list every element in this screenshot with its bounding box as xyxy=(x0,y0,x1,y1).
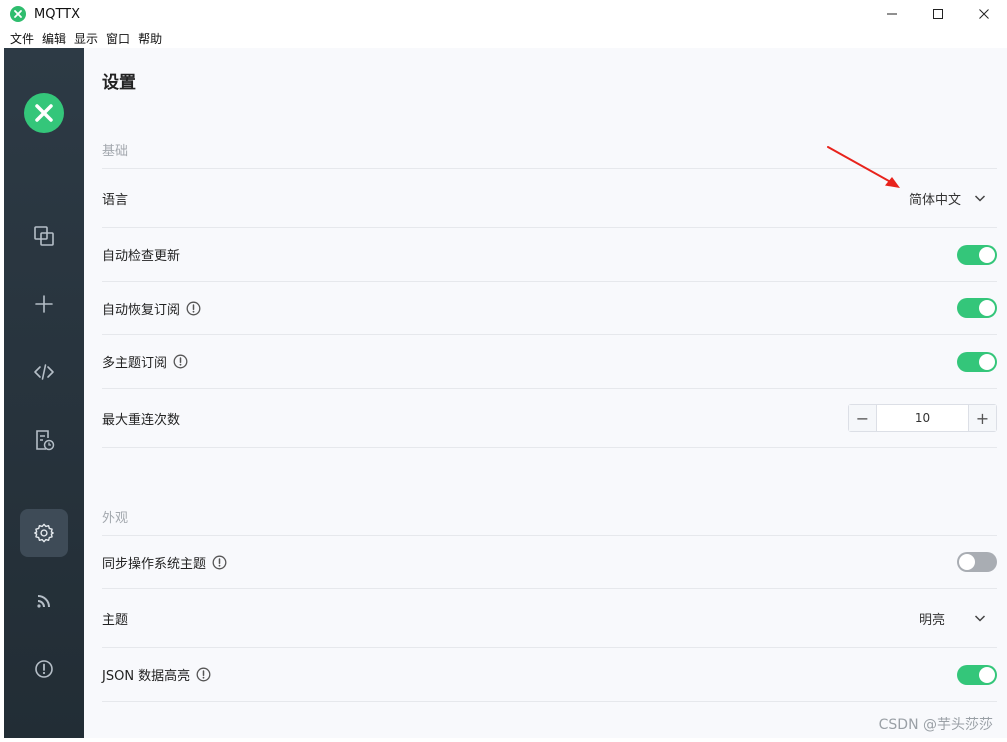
multi-topic-toggle-wrap xyxy=(957,351,997,372)
toggle-knob xyxy=(979,353,995,370)
close-button[interactable] xyxy=(961,0,1007,28)
max-reconnect-label: 最大重连次数 xyxy=(102,412,181,428)
toggle-knob xyxy=(959,554,975,570)
document-clock-icon xyxy=(36,430,55,451)
maximize-icon xyxy=(933,9,943,19)
menu-help[interactable]: 帮助 xyxy=(138,30,162,47)
theme-label: 主题 xyxy=(102,612,129,628)
json-highlight-toggle-wrap xyxy=(957,664,997,685)
mqttx-app-icon xyxy=(10,6,26,22)
code-icon xyxy=(34,364,54,380)
sidebar-item-benchmark[interactable] xyxy=(20,577,68,625)
toggle-knob xyxy=(979,246,995,263)
decrement-button[interactable]: − xyxy=(849,405,877,431)
setting-row-max-reconnect: 最大重连次数 − 10 + xyxy=(102,388,997,447)
auto-resubscribe-label-wrap: 自动恢复订阅 xyxy=(102,299,201,318)
minimize-icon xyxy=(887,13,897,15)
auto-check-update-toggle-wrap xyxy=(957,244,997,265)
info-icon xyxy=(35,660,53,678)
max-reconnect-stepper-wrap: − 10 + xyxy=(848,404,997,432)
menu-window[interactable]: 窗口 xyxy=(106,30,130,47)
json-highlight-toggle[interactable] xyxy=(957,664,997,685)
toggle-knob xyxy=(979,300,995,316)
sidebar-item-new-connection[interactable] xyxy=(20,280,68,328)
info-circle-icon[interactable] xyxy=(186,301,201,316)
mqttx-logo[interactable] xyxy=(24,93,64,133)
info-circle-icon[interactable] xyxy=(173,354,188,369)
multi-topic-label-wrap: 多主题订阅 xyxy=(102,352,188,371)
multi-topic-label: 多主题订阅 xyxy=(102,356,168,371)
max-reconnect-stepper: − 10 + xyxy=(848,404,997,432)
auto-check-update-label: 自动检查更新 xyxy=(102,249,181,264)
sync-os-theme-label-wrap: 同步操作系统主题 xyxy=(102,553,227,572)
menu-view[interactable]: 显示 xyxy=(74,30,98,47)
theme-select[interactable]: 明亮 xyxy=(919,609,997,628)
setting-row-auto-resubscribe: 自动恢复订阅 xyxy=(102,281,997,334)
theme-value: 明亮 xyxy=(918,612,945,628)
sidebar-item-connections[interactable] xyxy=(20,212,68,260)
setting-row-multi-topic: 多主题订阅 xyxy=(102,334,997,388)
increment-button[interactable]: + xyxy=(968,405,996,431)
window-title: MQTTX xyxy=(34,6,81,22)
language-select[interactable]: 简体中文 xyxy=(909,189,997,208)
info-circle-icon[interactable] xyxy=(196,667,211,682)
language-label: 语言 xyxy=(102,192,129,208)
section-title-basic: 基础 xyxy=(102,144,129,159)
section-divider xyxy=(102,447,997,448)
annotation-arrow-icon xyxy=(827,146,900,188)
info-circle-icon[interactable] xyxy=(212,555,227,570)
plus-icon xyxy=(35,295,53,313)
maximize-button[interactable] xyxy=(915,0,961,28)
chevron-down-icon xyxy=(974,615,986,622)
logo-icon xyxy=(35,104,53,122)
language-value: 简体中文 xyxy=(908,192,961,208)
auto-check-update-toggle[interactable] xyxy=(957,244,997,265)
section-divider xyxy=(102,701,997,702)
max-reconnect-input[interactable]: 10 xyxy=(877,411,968,425)
setting-row-theme: 主题 明亮 xyxy=(102,588,997,647)
auto-resubscribe-toggle[interactable] xyxy=(957,298,997,318)
menu-edit[interactable]: 编辑 xyxy=(42,30,66,47)
menu-bar: 文件 编辑 显示 窗口 帮助 xyxy=(0,28,1007,48)
setting-row-auto-check-update: 自动检查更新 xyxy=(102,227,997,281)
toggle-knob xyxy=(979,666,995,683)
gear-icon xyxy=(34,523,54,543)
menu-file[interactable]: 文件 xyxy=(10,30,34,47)
sync-os-theme-label: 同步操作系统主题 xyxy=(102,556,207,572)
minimize-button[interactable] xyxy=(869,0,915,28)
chevron-down-icon xyxy=(974,195,986,202)
multi-topic-toggle[interactable] xyxy=(957,351,997,372)
page-title: 设置 xyxy=(102,73,136,93)
window-controls xyxy=(869,0,1007,28)
rss-icon xyxy=(37,595,50,608)
auto-resubscribe-toggle-wrap xyxy=(957,298,997,318)
sidebar xyxy=(4,48,84,738)
watermark: CSDN @芋头莎莎 xyxy=(878,717,993,733)
auto-resubscribe-label: 自动恢复订阅 xyxy=(102,302,181,318)
sidebar-item-script[interactable] xyxy=(20,348,68,396)
sidebar-item-about[interactable] xyxy=(20,645,68,693)
section-title-appearance: 外观 xyxy=(102,511,129,526)
close-icon xyxy=(979,9,989,19)
json-highlight-label: JSON 数据高亮 xyxy=(102,669,191,684)
json-highlight-label-wrap: JSON 数据高亮 xyxy=(102,665,211,684)
setting-row-json-highlight: JSON 数据高亮 xyxy=(102,647,997,701)
sidebar-item-log[interactable] xyxy=(20,416,68,464)
sync-os-theme-toggle[interactable] xyxy=(957,552,997,572)
sync-os-theme-toggle-wrap xyxy=(957,552,997,572)
setting-row-sync-os-theme: 同步操作系统主题 xyxy=(102,535,997,588)
sidebar-item-settings[interactable] xyxy=(20,509,68,557)
copy-icon xyxy=(34,226,54,246)
title-bar: MQTTX xyxy=(0,0,1007,28)
